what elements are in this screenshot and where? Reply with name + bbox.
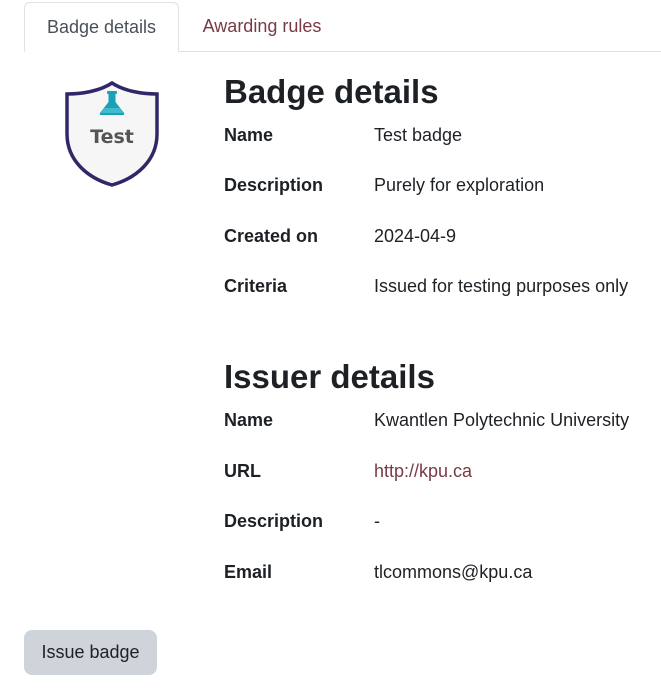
badge-description-row: Description Purely for exploration xyxy=(224,170,661,200)
issuer-description-row: Description - xyxy=(224,506,661,536)
row-label: Name xyxy=(224,125,274,145)
row-value: tlcommons@kpu.ca xyxy=(374,562,533,582)
tab-bar: Badge details Awarding rules xyxy=(24,2,661,52)
row-label: URL xyxy=(224,461,261,481)
badge-created-row: Created on 2024-04-9 xyxy=(224,221,661,251)
tab-awarding-rules[interactable]: Awarding rules xyxy=(196,2,328,52)
row-value: Issued for testing purposes only xyxy=(374,276,629,296)
badge-name-row: Name Test badge xyxy=(224,120,661,150)
issuer-url-link[interactable]: http://kpu.ca xyxy=(374,456,472,486)
row-value: Test badge xyxy=(374,125,463,145)
row-value: 2024-04-9 xyxy=(374,226,457,246)
row-label: Criteria xyxy=(224,276,288,296)
row-label: Name xyxy=(224,410,274,430)
issuer-url-row: URL http://kpu.ca xyxy=(224,456,661,486)
badge-details-title: Badge details xyxy=(224,73,439,110)
row-value: Kwantlen Polytechnic University xyxy=(374,410,630,430)
row-label: Email xyxy=(224,562,273,582)
badge-image: Test xyxy=(65,80,159,187)
row-value: - xyxy=(374,511,380,531)
row-label: Description xyxy=(224,511,324,531)
row-label: Description xyxy=(224,175,324,195)
row-value: Purely for exploration xyxy=(374,175,545,195)
row-label: Created on xyxy=(224,226,319,246)
badge-criteria-row: Criteria Issued for testing purposes onl… xyxy=(224,271,661,301)
issuer-name-row: Name Kwantlen Polytechnic University xyxy=(224,405,661,435)
badge-image-text: Test xyxy=(90,126,134,148)
tab-badge-details[interactable]: Badge details xyxy=(24,2,179,52)
issue-badge-button[interactable]: Issue badge xyxy=(24,630,157,675)
issuer-email-row: Email tlcommons@kpu.ca xyxy=(224,557,661,587)
issuer-details-title: Issuer details xyxy=(224,358,435,395)
